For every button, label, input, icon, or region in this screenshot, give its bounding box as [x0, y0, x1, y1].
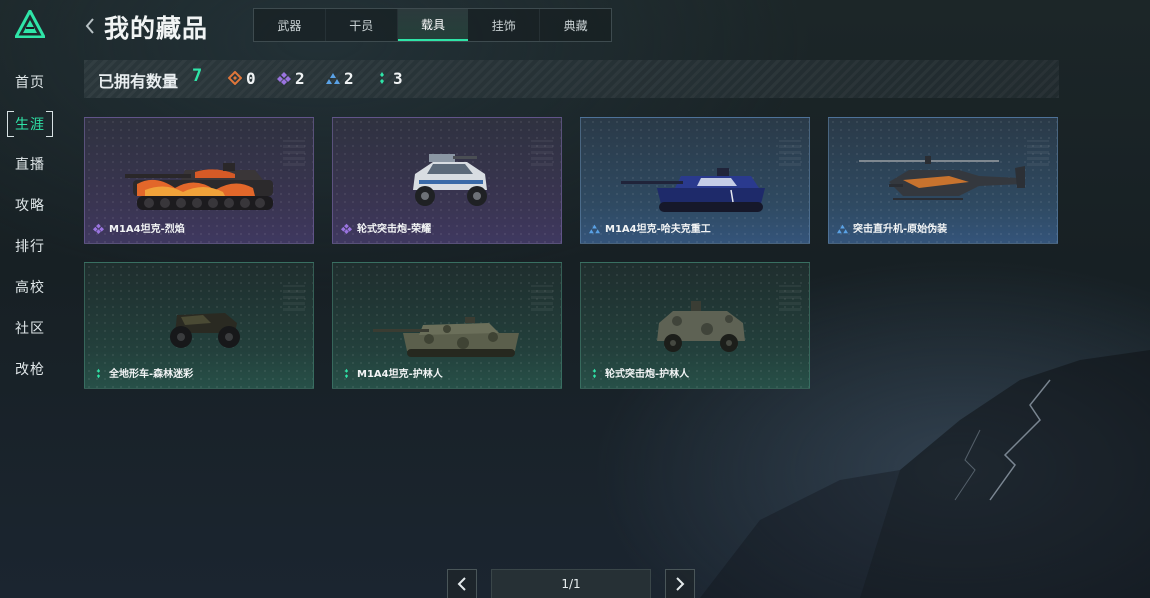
blue-triangle-icon [837, 224, 848, 234]
green-dots-icon [344, 368, 349, 379]
rarity-count: 0 [246, 68, 256, 88]
card-name: 全地形车-森林迷彩 [109, 369, 194, 380]
sidebar-item-rankings[interactable]: 排行 [8, 234, 52, 258]
sidebar-item-universities[interactable]: 高校 [8, 275, 52, 299]
chevron-right-icon [676, 577, 685, 591]
collection-card[interactable]: 全地形车-森林迷彩 [84, 262, 314, 389]
tab-operators[interactable]: 干员 [326, 9, 398, 41]
collection-card[interactable]: M1A4坦克-烈焰 [84, 117, 314, 244]
purple-diamond-icon [341, 223, 352, 234]
card-name: M1A4坦克-护林人 [357, 369, 443, 380]
card-name: 突击直升机-原始伪装 [853, 224, 948, 235]
collection-card[interactable]: 轮式突击炮-荣耀 [332, 117, 562, 244]
card-name: 轮式突击炮-荣耀 [357, 224, 432, 235]
sidebar-item-guides[interactable]: 攻略 [8, 193, 52, 217]
sidebar: 首页 生涯 直播 攻略 排行 高校 社区 改枪 [0, 0, 62, 598]
sidebar-item-career[interactable]: 生涯 [7, 111, 53, 137]
rarity-stat-purple: 2 [277, 68, 305, 88]
green-dots-icon [96, 368, 101, 379]
owned-count-value: 7 [192, 66, 203, 86]
sidebar-item-community[interactable]: 社区 [8, 316, 52, 340]
green-dots-icon [592, 368, 597, 379]
prev-page-button[interactable] [447, 569, 477, 598]
rarity-stat-orange: 0 [228, 68, 256, 88]
ownership-stats-bar: 已拥有数量 7 0 2 2 3 [84, 60, 1059, 98]
logo-icon[interactable] [15, 10, 45, 38]
sidebar-item-gunsmith[interactable]: 改枪 [8, 357, 52, 381]
page-indicator: 1/1 [491, 569, 651, 598]
purple-diamond-icon [93, 223, 104, 234]
back-chevron-icon[interactable] [82, 16, 98, 36]
rarity-stat-blue: 2 [326, 68, 354, 88]
rarity-count: 3 [393, 68, 403, 88]
blue-triangle-icon [589, 224, 600, 234]
tab-vehicles[interactable]: 载具 [397, 9, 469, 41]
card-name: 轮式突击炮-护林人 [605, 369, 690, 380]
card-name: M1A4坦克-哈夫克重工 [605, 224, 711, 235]
tab-weapons[interactable]: 武器 [254, 9, 326, 41]
tab-collection[interactable]: 典藏 [540, 9, 611, 41]
rarity-count: 2 [344, 68, 354, 88]
blue-triangle-icon [326, 73, 340, 84]
category-tabs: 武器 干员 载具 挂饰 典藏 [253, 8, 612, 42]
sidebar-item-live[interactable]: 直播 [8, 152, 52, 176]
rarity-count: 2 [295, 68, 305, 88]
rarity-stat-green: 3 [375, 68, 403, 88]
orange-diamond-icon [228, 71, 242, 85]
collection-card[interactable]: 突击直升机-原始伪装 [828, 117, 1058, 244]
owned-count-label: 已拥有数量 [98, 72, 179, 91]
sidebar-item-home[interactable]: 首页 [8, 70, 52, 94]
collection-card[interactable]: M1A4坦克-哈夫克重工 [580, 117, 810, 244]
page-title: 我的藏品 [104, 14, 209, 43]
next-page-button[interactable] [665, 569, 695, 598]
purple-diamond-icon [277, 72, 291, 85]
green-dots-icon [380, 72, 384, 84]
tab-charms[interactable]: 挂饰 [468, 9, 541, 41]
card-name: M1A4坦克-烈焰 [109, 224, 185, 235]
collection-card[interactable]: 轮式突击炮-护林人 [580, 262, 810, 389]
chevron-left-icon [457, 577, 466, 591]
collection-card[interactable]: M1A4坦克-护林人 [332, 262, 562, 389]
